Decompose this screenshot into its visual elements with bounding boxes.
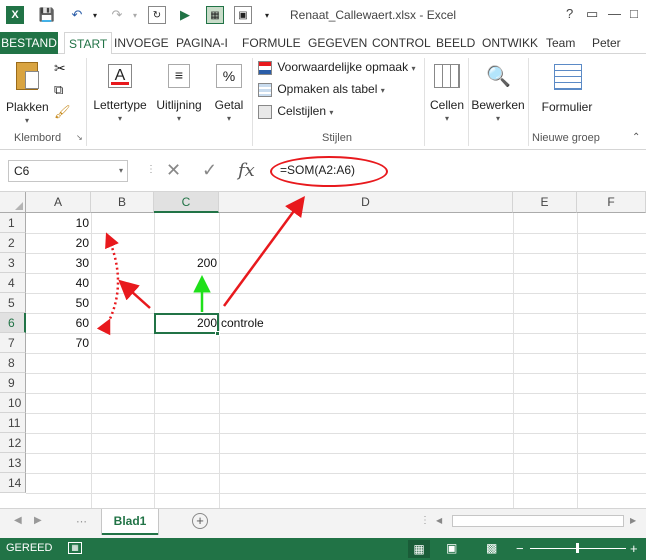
sheet-tab-bar: ◀ ▶ ⋯ Blad1 + ⋮ ◀ ▶ <box>0 508 646 538</box>
hscroll-left-icon[interactable]: ◀ <box>436 516 442 525</box>
range-arrow <box>118 279 151 309</box>
sheet-nav-more-icon[interactable]: ⋯ <box>76 515 87 528</box>
scroll-split-handle-icon[interactable]: ⋮ <box>420 515 430 526</box>
formula-arrow <box>222 195 305 307</box>
status-text: GEREED <box>6 542 53 554</box>
range-dotted-arrow <box>96 232 120 336</box>
zoom-slider-thumb[interactable] <box>576 543 579 553</box>
macro-record-icon[interactable]: ▦ <box>68 542 82 554</box>
horizontal-scrollbar[interactable] <box>452 515 624 527</box>
annotation-overlay <box>96 195 305 336</box>
next-sheet-icon[interactable]: ▶ <box>34 515 42 526</box>
normal-view-icon[interactable]: ▦ <box>408 540 430 558</box>
zoom-out-button[interactable]: − <box>516 541 524 556</box>
zoom-in-button[interactable]: + <box>630 541 638 556</box>
page-layout-view-icon[interactable]: ▣ <box>446 541 457 555</box>
status-bar: GEREED ▦ ▦ ▣ ▩ − + <box>0 538 646 560</box>
page-break-view-icon[interactable]: ▩ <box>486 541 497 555</box>
new-sheet-icon[interactable]: + <box>192 513 208 529</box>
hscroll-right-icon[interactable]: ▶ <box>630 516 636 525</box>
sheet-tab-blad1[interactable]: Blad1 <box>102 509 158 535</box>
prev-sheet-icon[interactable]: ◀ <box>14 515 22 526</box>
